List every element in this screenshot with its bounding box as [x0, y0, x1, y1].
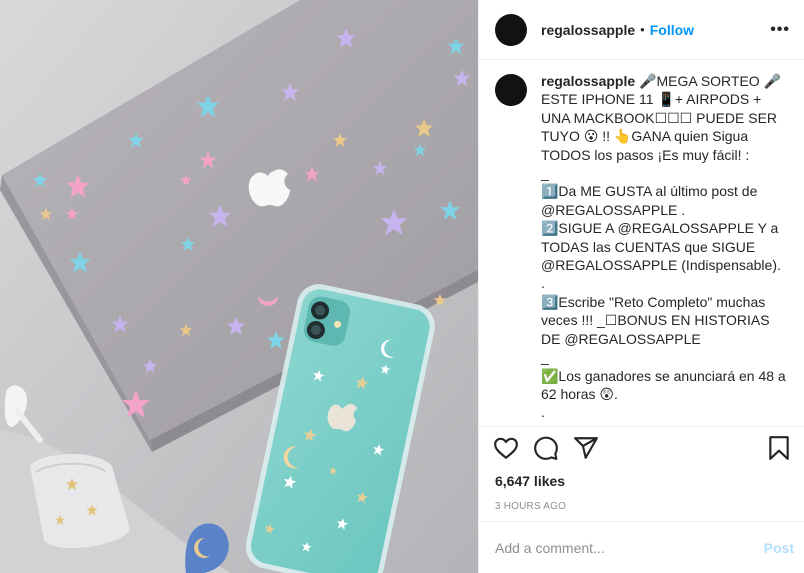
save-button[interactable] [766, 435, 792, 461]
like-button[interactable] [493, 428, 533, 468]
caption-username[interactable]: regalossapple [541, 73, 635, 89]
comment-button[interactable] [533, 428, 573, 468]
bookmark-icon [769, 436, 789, 460]
caption-body: 🎤MEGA SORTEO 🎤 ESTE IPHONE 11 📱+ AIRPODS… [541, 73, 786, 426]
more-options-icon[interactable]: ••• [770, 21, 790, 39]
share-button[interactable] [573, 428, 613, 468]
share-icon [574, 437, 598, 459]
post-comment-button[interactable]: Post [764, 540, 794, 556]
post-header: regalossapple • Follow ••• [479, 0, 804, 60]
post-sidebar: regalossapple • Follow ••• regalossapple… [478, 0, 804, 573]
header-separator: • [640, 22, 645, 37]
follow-button[interactable]: Follow [650, 22, 694, 38]
post-image[interactable] [0, 0, 478, 573]
comment-icon [534, 436, 558, 460]
caption-avatar[interactable] [495, 74, 527, 106]
action-bar [479, 427, 804, 469]
comment-form: Post [479, 521, 804, 573]
heart-icon [494, 437, 518, 459]
post-timestamp[interactable]: 3 HOURS AGO [479, 489, 804, 512]
instagram-post: regalossapple • Follow ••• regalossapple… [0, 0, 804, 573]
caption-section[interactable]: regalossapple 🎤MEGA SORTEO 🎤 ESTE IPHONE… [479, 60, 804, 427]
like-count[interactable]: 6,647 likes [479, 469, 804, 489]
comment-input[interactable] [495, 539, 764, 556]
avatar[interactable] [495, 13, 527, 46]
caption-text: regalossapple 🎤MEGA SORTEO 🎤 ESTE IPHONE… [541, 72, 788, 426]
header-username[interactable]: regalossapple [541, 22, 635, 38]
post-photo [0, 0, 478, 573]
